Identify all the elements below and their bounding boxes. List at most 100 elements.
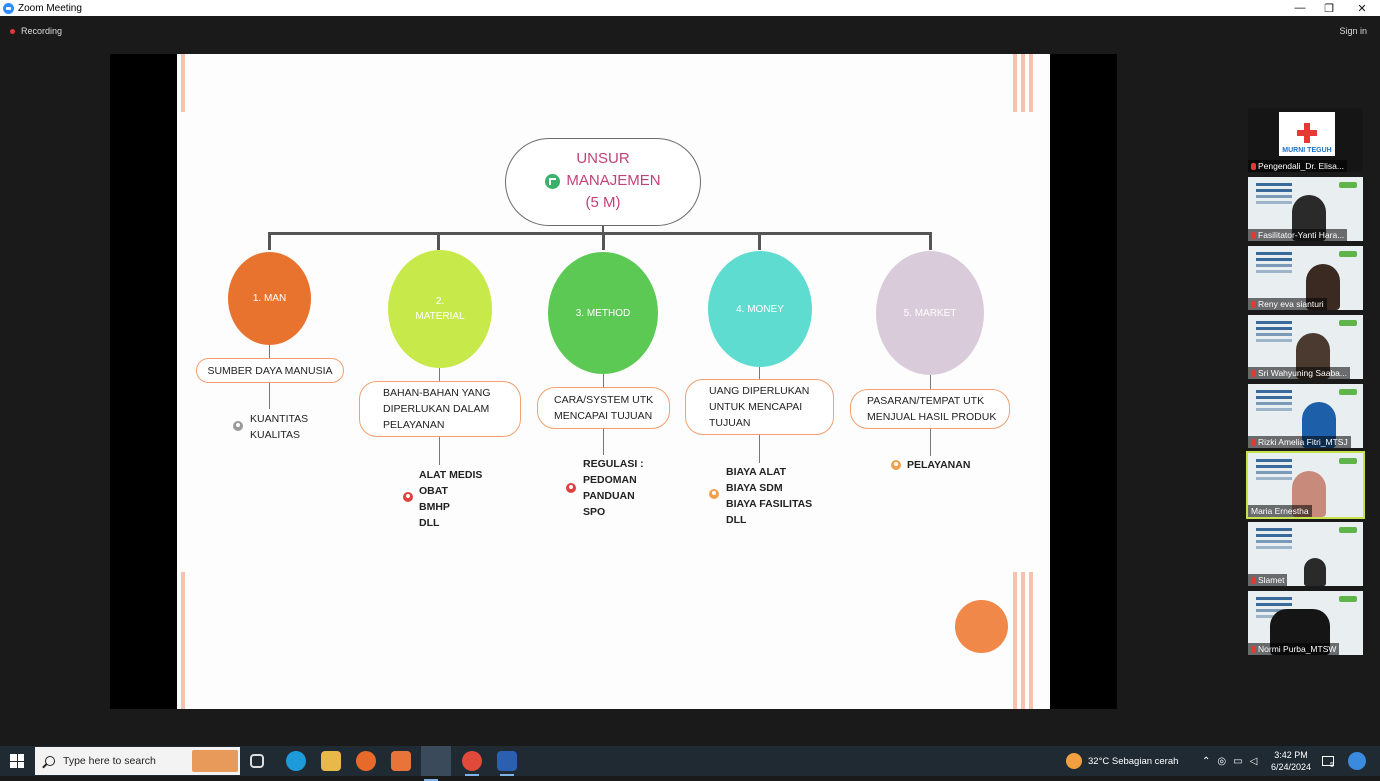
search-highlight-image — [192, 750, 238, 772]
task-view-icon[interactable] — [250, 754, 264, 768]
edge-browser-icon[interactable] — [286, 751, 306, 771]
person-icon — [403, 492, 413, 502]
mic-muted-icon — [1251, 231, 1256, 239]
date-text: 6/24/2024 — [1270, 762, 1312, 772]
item: SPO — [583, 506, 606, 518]
chrome-icon[interactable] — [462, 751, 482, 776]
items-money: BIAYA ALAT BIAYA SDM BIAYA FASILITAS DLL — [726, 464, 812, 528]
chevron-up-icon[interactable]: ⌃ — [1202, 756, 1210, 767]
weather-text: 32°C Sebagian cerah — [1088, 755, 1179, 767]
connector-line — [268, 232, 271, 250]
item: ALAT MEDIS — [419, 469, 483, 481]
connector-line — [603, 374, 604, 387]
box-method: CARA/SYSTEM UTK MENCAPAI TUJUAN — [537, 387, 670, 429]
banner-logo — [1339, 182, 1357, 188]
background-banner — [1256, 597, 1292, 600]
participant-tile[interactable]: Rizki Amelia Fitri_MTSJ — [1248, 384, 1363, 448]
close-button[interactable]: ✕ — [1348, 0, 1376, 16]
connector-line — [439, 368, 440, 381]
window-titlebar: Zoom Meeting — ❐ ✕ — [0, 0, 1380, 16]
mic-muted-icon — [1251, 162, 1256, 170]
sign-in-link[interactable]: Sign in — [1339, 26, 1367, 36]
participant-tile[interactable]: Normi Purba_MTSW — [1248, 591, 1363, 655]
participant-video — [1304, 558, 1326, 586]
connector-line — [269, 383, 270, 409]
maximize-button[interactable]: ❐ — [1315, 0, 1343, 16]
connector-line — [439, 437, 440, 465]
box-material: BAHAN-BAHAN YANG DIPERLUKAN DALAM PELAYA… — [359, 381, 521, 437]
slide-decor-stripe — [1021, 572, 1025, 709]
volume-icon[interactable]: ◁ — [1250, 756, 1258, 767]
box-man: SUMBER DAYA MANUSIA — [196, 358, 344, 383]
background-banner — [1256, 390, 1292, 393]
windows-start-icon[interactable] — [10, 754, 24, 768]
network-icon[interactable]: ▭ — [1233, 756, 1242, 767]
item: BMHP — [419, 501, 450, 513]
item: PELAYANAN — [907, 459, 971, 471]
hospital-logo: MURNI TEGUH — [1279, 112, 1335, 156]
banner-logo — [1339, 320, 1357, 326]
person-icon — [709, 489, 719, 499]
connector-line — [437, 232, 440, 250]
recording-label: Recording — [21, 26, 63, 36]
banner-logo — [1339, 527, 1357, 533]
title-line-1: UNSUR — [576, 150, 630, 167]
item: BIAYA SDM — [726, 482, 783, 494]
items-material: ALAT MEDIS OBAT BMHP DLL — [419, 467, 482, 531]
taskbar-search-box[interactable]: Type here to search — [35, 747, 240, 775]
outlook-icon[interactable] — [391, 751, 411, 771]
connector-line — [930, 375, 931, 389]
recording-indicator[interactable]: Recording — [10, 26, 62, 36]
item: BIAYA FASILITAS — [726, 498, 813, 510]
windows-taskbar: Type here to search 32°C Sebagian cerah … — [0, 746, 1380, 781]
connector-line — [269, 345, 270, 358]
participant-tile[interactable]: Reny eva sianturi — [1248, 246, 1363, 310]
clock[interactable]: 3:42 PM 6/24/2024 — [1269, 746, 1313, 776]
weather-widget[interactable]: 32°C Sebagian cerah — [1066, 746, 1178, 776]
minimize-button[interactable]: — — [1286, 0, 1314, 16]
time-text: 3:42 PM — [1274, 750, 1308, 760]
window-title: Zoom Meeting — [18, 2, 82, 14]
item: BIAYA ALAT — [726, 466, 787, 478]
circle-material: 2. MATERIAL — [388, 250, 492, 368]
weather-icon — [1066, 753, 1082, 769]
participant-name: Sri Wahyuning Saaba... — [1248, 367, 1350, 379]
connector-line — [602, 232, 605, 250]
slide-decor-stripe — [1029, 572, 1033, 709]
mic-muted-icon — [1251, 369, 1256, 377]
title-node: UNSUR MANAJEMEN (5 M) — [505, 138, 701, 226]
participant-tile[interactable]: MURNI TEGUH Pengendali_Dr. Elisa... — [1248, 108, 1363, 172]
notification-center[interactable]: 5 — [1322, 746, 1334, 776]
connector-line — [759, 435, 760, 463]
participant-tile[interactable]: Fasilitator-Yanti Hara... — [1248, 177, 1363, 241]
item: KUALITAS — [250, 429, 300, 441]
logo-text: MURNI TEGUH — [1282, 147, 1332, 154]
recording-dot-icon — [10, 28, 15, 34]
firefox-icon[interactable] — [356, 751, 376, 771]
word-icon[interactable] — [497, 751, 517, 776]
person-icon — [891, 460, 901, 470]
mic-muted-icon — [1251, 300, 1256, 308]
box-money: UANG DIPERLUKAN UNTUK MENCAPAI TUJUAN — [685, 379, 834, 435]
search-placeholder: Type here to search — [63, 755, 156, 767]
connector-line — [758, 232, 761, 250]
participant-name: Normi Purba_MTSW — [1248, 643, 1340, 655]
file-explorer-icon[interactable] — [321, 751, 341, 771]
slide-decor-circle — [955, 600, 1008, 653]
participant-tile[interactable]: Slamet — [1248, 522, 1363, 586]
slide-decor-stripe — [1021, 54, 1025, 112]
items-method: REGULASI : PEDOMAN PANDUAN SPO — [583, 456, 644, 520]
circle-man: 1. MAN — [228, 252, 311, 345]
widget-app-icon[interactable] — [1348, 752, 1366, 770]
zoom-taskbar-icon[interactable] — [421, 746, 451, 781]
item: DLL — [726, 514, 747, 526]
presentation-slide: UNSUR MANAJEMEN (5 M) 1. MAN SUMBER DAYA… — [177, 54, 1050, 709]
title-line-2: MANAJEMEN — [566, 172, 661, 189]
participant-tile[interactable]: Sri Wahyuning Saaba... — [1248, 315, 1363, 379]
system-tray-icons[interactable]: ⌃ ◎ ▭ ◁ — [1202, 746, 1257, 776]
item: PANDUAN — [583, 490, 635, 502]
participant-tile-active-speaker[interactable]: Maria Ernestha — [1246, 451, 1365, 519]
slide-decor-stripe — [181, 572, 185, 709]
meet-now-icon[interactable]: ◎ — [1217, 756, 1226, 767]
background-banner — [1256, 183, 1292, 186]
